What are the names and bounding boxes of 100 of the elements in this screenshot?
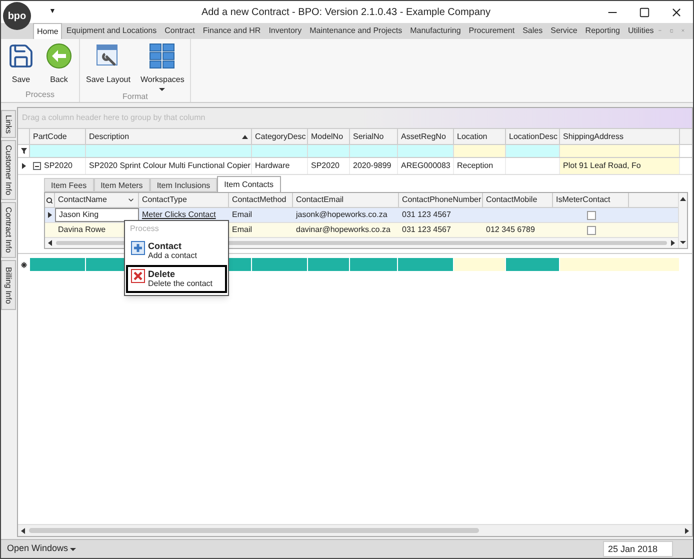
detail-tab[interactable]: Item Meters	[94, 178, 150, 192]
delete-icon	[131, 269, 145, 283]
window-title: Add a new Contract - BPO: Version 2.1.0.43 - Example Company	[200, 6, 492, 20]
add-icon	[131, 241, 145, 255]
detail-tab[interactable]: Item Contacts	[217, 176, 281, 192]
ribbon-tab[interactable]: Equipment and Locations	[62, 23, 161, 39]
column-header[interactable]: ContactPhoneNumber	[399, 193, 483, 207]
filter-cell[interactable]	[350, 145, 398, 157]
menu-item[interactable]: Delete Delete the contact	[126, 265, 227, 293]
scrollbar-thumb[interactable]	[29, 528, 479, 533]
ribbon-tab[interactable]: Reporting	[581, 23, 624, 39]
table-cell: Hardware	[255, 160, 290, 172]
detail-tab[interactable]: Item Fees	[44, 178, 94, 192]
table-cell: AREG000083	[401, 160, 450, 172]
new-row-cell[interactable]	[454, 258, 506, 271]
table-cell: 2020-9899	[353, 160, 392, 172]
filter-cell[interactable]	[454, 145, 506, 157]
ribbon-tab[interactable]: Finance and HR	[198, 23, 265, 39]
column-header[interactable]: IsMeterContact	[553, 193, 629, 207]
scroll-down-icon	[680, 241, 686, 244]
ribbon-tab[interactable]: Service	[546, 23, 582, 39]
table-cell: Plot 91 Leaf Road, Fo	[563, 160, 641, 172]
table-cell: davinar@hopeworks.co.za	[296, 224, 390, 236]
ribbon-button[interactable]: Back	[43, 42, 75, 89]
new-row-cell[interactable]	[30, 258, 86, 271]
row-indicator-icon	[22, 163, 26, 169]
ribbon-tab[interactable]: Home	[33, 23, 62, 39]
collapse-toggle[interactable]	[33, 162, 41, 170]
table-cell: jasonk@hopeworks.co.za	[296, 209, 388, 221]
table-cell: Reception	[457, 160, 494, 172]
ribbon-tab[interactable]: Manufacturing	[406, 23, 465, 39]
filter-cell[interactable]	[30, 145, 86, 157]
column-header[interactable]: ContactMobile	[483, 193, 553, 207]
filter-cell[interactable]	[560, 145, 680, 157]
column-header[interactable]: AssetRegNo	[398, 129, 454, 144]
column-header[interactable]: ContactType	[139, 193, 229, 207]
sort-ascending-icon	[242, 134, 248, 138]
column-header[interactable]: Location	[454, 129, 506, 144]
side-tab[interactable]: Contract Info	[1, 202, 16, 258]
workspaces-grid-icon	[148, 42, 176, 70]
table-cell: 031 123 4567	[402, 209, 451, 221]
scroll-up-icon	[680, 197, 686, 201]
column-header[interactable]: ModelNo	[308, 129, 350, 144]
table-cell: Email	[232, 224, 252, 236]
new-row-cell[interactable]	[506, 258, 560, 271]
ribbon-tab[interactable]: Maintenance and Projects	[306, 23, 406, 39]
column-header[interactable]: CategoryDesc	[252, 129, 308, 144]
table-cell: SP2020	[44, 160, 72, 172]
caret-icon	[159, 88, 166, 91]
scroll-left-icon	[21, 528, 25, 534]
side-tab[interactable]: Links	[1, 110, 16, 138]
maximize-icon[interactable]	[639, 6, 650, 18]
filter-cell[interactable]	[308, 145, 350, 157]
new-row-cell[interactable]	[398, 258, 454, 271]
date-field[interactable]: 25 Jan 2018	[603, 541, 673, 557]
filter-cell[interactable]	[506, 145, 560, 157]
column-header[interactable]: ContactName	[55, 193, 139, 207]
filter-icon[interactable]	[20, 148, 26, 154]
table-cell: Davina Rowe	[58, 224, 106, 236]
table-cell: 031 123 4567	[402, 224, 451, 236]
contact-row[interactable]: Jason King Meter Clicks Contact Email jasonk@hopeworks.co.za 031 123 4567	[45, 208, 678, 223]
ribbon-button[interactable]: Workspaces	[138, 42, 186, 91]
checkbox[interactable]	[586, 226, 596, 234]
table-cell: SP2020 Sprint Colour Multi Functional Copier	[89, 160, 250, 172]
ribbon-button[interactable]: Save Layout	[84, 42, 132, 91]
column-header[interactable]: PartCode	[30, 129, 86, 144]
app-logo[interactable]: bpo	[3, 2, 31, 30]
table-cell: Meter Clicks Contact	[142, 209, 216, 221]
ribbon-tab[interactable]: Contract	[160, 23, 199, 39]
column-header[interactable]: Description	[86, 129, 252, 144]
side-tab[interactable]: Customer Info	[1, 140, 16, 200]
new-row-cell[interactable]	[252, 258, 308, 271]
menu-section-title: Process	[129, 223, 160, 235]
new-row-cell[interactable]	[560, 258, 680, 271]
ribbon-tab[interactable]: Procurement	[464, 23, 519, 39]
filter-cell[interactable]	[252, 145, 308, 157]
checkbox[interactable]	[586, 210, 596, 220]
detail-tab[interactable]: Item Inclusions	[150, 178, 218, 192]
column-header[interactable]: ShippingAddress	[560, 129, 680, 144]
ribbon-button[interactable]: Save	[5, 42, 37, 89]
column-header[interactable]: ContactMethod	[229, 193, 293, 207]
new-row-cell[interactable]	[350, 258, 398, 271]
table-cell: 012 345 6789	[486, 224, 535, 236]
column-header[interactable]: LocationDesc	[506, 129, 560, 144]
filter-cell[interactable]	[86, 145, 252, 157]
ribbon-tab[interactable]: Inventory	[264, 23, 306, 39]
filter-cell[interactable]	[398, 145, 454, 157]
menu-item[interactable]: Contact Add a contact	[126, 237, 227, 265]
column-header[interactable]: SerialNo	[350, 129, 398, 144]
ribbon-tab[interactable]: Utilities	[624, 23, 658, 39]
new-row-cell[interactable]	[308, 258, 350, 271]
search-icon[interactable]	[46, 196, 53, 204]
open-windows-button[interactable]: Open Windows	[7, 542, 76, 556]
ribbon-tab[interactable]: Sales	[518, 23, 547, 39]
ribbon-group-label: Format	[122, 91, 149, 103]
restore-icon[interactable]	[670, 27, 674, 35]
column-header[interactable]: ContactEmail	[293, 193, 399, 207]
side-tab[interactable]: Billing Info	[1, 260, 16, 310]
new-row-icon	[21, 262, 27, 268]
close-icon[interactable]	[670, 6, 683, 18]
